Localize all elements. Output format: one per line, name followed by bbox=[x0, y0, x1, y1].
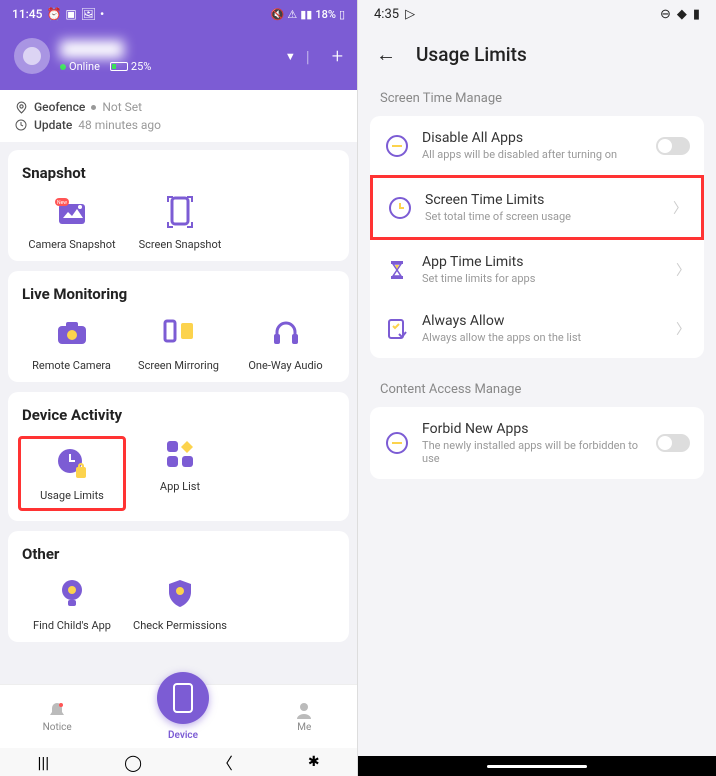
geofence-value: Not Set bbox=[102, 100, 142, 114]
camera-snapshot-item[interactable]: New Camera Snapshot bbox=[18, 194, 126, 251]
one-way-audio-item[interactable]: One-Way Audio bbox=[232, 315, 339, 372]
chevron-right-icon: 〉 bbox=[673, 198, 687, 218]
profile-header: ██████ Online 25% ▼ | + bbox=[0, 28, 357, 90]
toggle-switch[interactable] bbox=[656, 434, 690, 452]
nav-me[interactable]: Me bbox=[294, 700, 314, 733]
left-phone: 11:45 ⏰ ▣ 🖼 • 🔇 ⚠ ▮▮ 18% ▯ ██████ Online bbox=[0, 0, 358, 776]
app-list-icon bbox=[165, 439, 195, 469]
update-label: Update bbox=[34, 118, 72, 132]
back-arrow-icon[interactable]: ← bbox=[376, 42, 396, 67]
disable-icon bbox=[384, 133, 410, 159]
recent-apps-button[interactable]: ||| bbox=[37, 753, 49, 772]
screenshot-icon: ▣ bbox=[65, 7, 76, 21]
snapshot-section: Snapshot New Camera Snapshot Screen Snap… bbox=[8, 150, 349, 261]
section-title: Device Activity bbox=[18, 406, 339, 424]
signal-icon: ▮▮ bbox=[300, 8, 312, 21]
battery-icon: ▮ bbox=[693, 7, 700, 22]
geofence-icon bbox=[14, 100, 28, 114]
mirror-icon bbox=[163, 319, 195, 347]
profile-dropdown-icon[interactable]: ▼ bbox=[285, 50, 296, 63]
hourglass-icon bbox=[384, 257, 410, 283]
android-nav-bar: ||| ◯ 〈 ✱ bbox=[0, 748, 357, 776]
status-bar: 11:45 ⏰ ▣ 🖼 • 🔇 ⚠ ▮▮ 18% ▯ bbox=[0, 0, 357, 28]
forbid-new-apps-row[interactable]: Forbid New Apps The newly installed apps… bbox=[370, 407, 704, 479]
disable-all-apps-row[interactable]: Disable All Apps All apps will be disabl… bbox=[370, 116, 704, 175]
divider: | bbox=[306, 47, 310, 66]
section-header: Content Access Manage bbox=[358, 376, 716, 407]
app-time-limits-row[interactable]: App Time Limits Set time limits for apps… bbox=[370, 240, 704, 299]
status-time: 4:35 bbox=[374, 7, 399, 22]
usage-limits-icon bbox=[56, 447, 88, 479]
home-indicator-bar bbox=[358, 756, 716, 776]
device-info-card: Geofence Not Set Update 48 minutes ago bbox=[0, 90, 357, 142]
online-status: Online bbox=[69, 60, 100, 73]
section-title: Snapshot bbox=[18, 164, 339, 182]
checklist-icon bbox=[384, 316, 410, 342]
find-childs-app-item[interactable]: Find Child's App bbox=[18, 575, 126, 632]
camera-snapshot-icon: New bbox=[55, 198, 89, 226]
more-icon: • bbox=[100, 7, 104, 21]
usage-limits-item[interactable]: Usage Limits bbox=[18, 436, 126, 511]
device-activity-section: Device Activity Usage Limits App List bbox=[8, 392, 349, 521]
accessibility-button[interactable]: ✱ bbox=[308, 754, 320, 770]
lightbulb-icon bbox=[58, 578, 86, 608]
wifi-off-icon: ⚠ bbox=[287, 8, 297, 21]
live-monitoring-section: Live Monitoring Remote Camera Screen Mir… bbox=[8, 271, 349, 382]
page-title: Usage Limits bbox=[416, 43, 527, 66]
status-time: 11:45 bbox=[12, 7, 42, 21]
section-title: Live Monitoring bbox=[18, 285, 339, 303]
alarm-icon: ⏰ bbox=[46, 7, 61, 21]
battery-icon: ▯ bbox=[339, 8, 345, 21]
app-list-item[interactable]: App List bbox=[126, 436, 234, 511]
screen-snapshot-icon bbox=[167, 196, 193, 228]
right-phone: 4:35 ▷ ⊖ ◆ ▮ ← Usage Limits Screen Time … bbox=[358, 0, 716, 776]
nav-device[interactable]: Device bbox=[157, 692, 209, 741]
bell-icon bbox=[47, 700, 67, 720]
battery-pct: 18% bbox=[315, 8, 336, 21]
wifi-icon: ◆ bbox=[677, 7, 687, 22]
check-permissions-item[interactable]: Check Permissions bbox=[126, 575, 234, 632]
avatar[interactable] bbox=[14, 38, 50, 74]
person-icon bbox=[294, 700, 314, 720]
bottom-nav: Notice Device Me bbox=[0, 684, 357, 748]
shield-icon bbox=[167, 578, 193, 608]
profile-name: ██████ bbox=[60, 40, 275, 58]
play-store-icon: ▷ bbox=[405, 7, 415, 22]
always-allow-row[interactable]: Always Allow Always allow the apps on th… bbox=[370, 299, 704, 358]
forbid-icon bbox=[384, 430, 410, 456]
home-indicator[interactable] bbox=[487, 765, 587, 768]
home-button[interactable]: ◯ bbox=[124, 753, 142, 772]
content-access-card: Forbid New Apps The newly installed apps… bbox=[370, 407, 704, 479]
clock-icon bbox=[14, 118, 28, 132]
chevron-right-icon: 〉 bbox=[676, 260, 690, 280]
screen-snapshot-item[interactable]: Screen Snapshot bbox=[126, 194, 234, 251]
screen-mirroring-item[interactable]: Screen Mirroring bbox=[125, 315, 232, 372]
device-battery: 25% bbox=[110, 60, 151, 73]
svg-text:New: New bbox=[57, 200, 67, 206]
toggle-switch[interactable] bbox=[656, 137, 690, 155]
dnd-icon: ⊖ bbox=[660, 7, 671, 22]
update-value: 48 minutes ago bbox=[78, 118, 161, 132]
back-button[interactable]: 〈 bbox=[217, 750, 233, 774]
screen-time-limits-row[interactable]: Screen Time Limits Set total time of scr… bbox=[370, 175, 704, 240]
status-bar: 4:35 ▷ ⊖ ◆ ▮ bbox=[358, 0, 716, 28]
geofence-label: Geofence bbox=[34, 100, 85, 114]
other-section: Other Find Child's App Check Permissions bbox=[8, 531, 349, 642]
nav-device-icon bbox=[157, 672, 209, 724]
headphones-icon bbox=[271, 318, 301, 348]
chevron-right-icon: 〉 bbox=[676, 319, 690, 339]
nav-notice[interactable]: Notice bbox=[43, 700, 72, 733]
add-button[interactable]: + bbox=[332, 44, 343, 68]
mute-icon: 🔇 bbox=[271, 8, 285, 21]
screen-time-card: Disable All Apps All apps will be disabl… bbox=[370, 116, 704, 358]
section-header: Screen Time Manage bbox=[358, 85, 716, 116]
section-title: Other bbox=[18, 545, 339, 563]
camera-icon bbox=[56, 320, 88, 346]
clock-icon bbox=[387, 195, 413, 221]
gallery-icon: 🖼 bbox=[81, 7, 96, 21]
remote-camera-item[interactable]: Remote Camera bbox=[18, 315, 125, 372]
page-header: ← Usage Limits bbox=[358, 28, 716, 85]
